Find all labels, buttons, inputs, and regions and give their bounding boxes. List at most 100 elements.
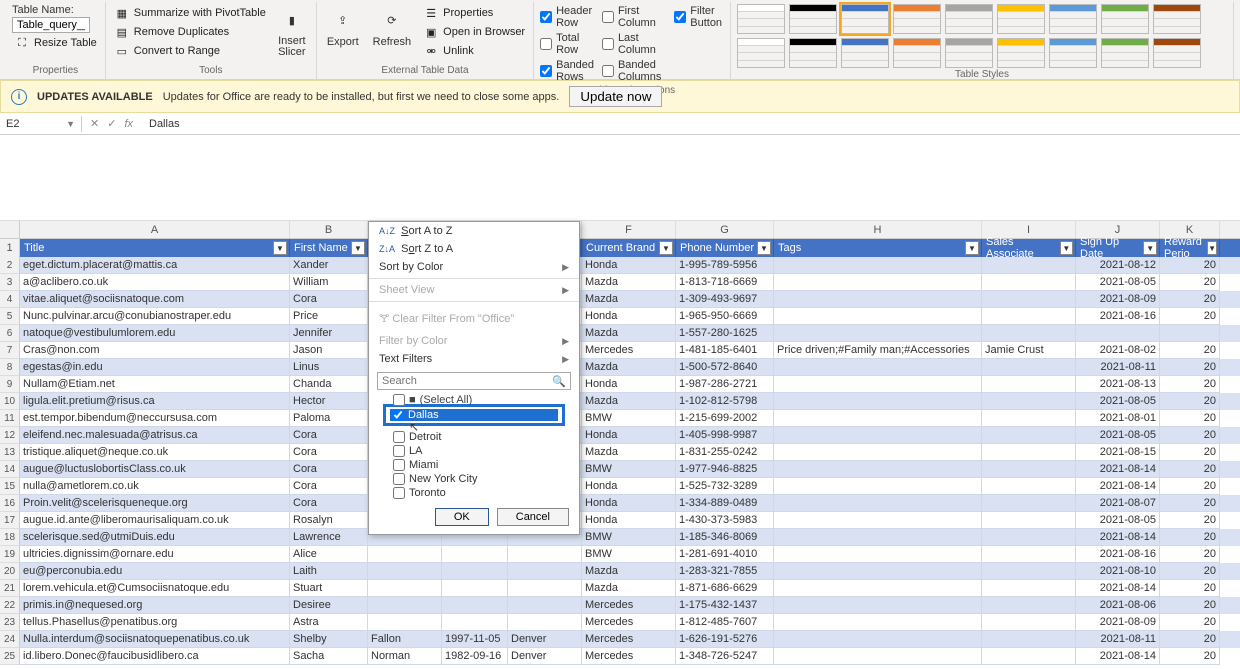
formula-check-icon[interactable]: ✓ [107,117,116,130]
table-styles-gallery[interactable] [737,4,1227,68]
cell[interactable] [982,631,1076,648]
cell[interactable]: 1-987-286-2721 [676,376,774,393]
cell[interactable] [982,529,1076,546]
cell[interactable]: 1-348-726-5247 [676,648,774,665]
cell[interactable]: 1-977-946-8825 [676,461,774,478]
cell[interactable]: 20 [1160,427,1220,444]
filter-option-new-york-city[interactable]: New York City [393,472,571,486]
cell[interactable]: BMW [582,529,676,546]
cell[interactable]: Xander [290,257,368,274]
table-row[interactable]: 19ultricies.dignissim@ornare.eduAliceBMW… [0,546,1240,563]
cell[interactable]: Honda [582,512,676,529]
table-header-sign-up-date[interactable]: Sign Up Date▼ [1076,239,1160,257]
cell[interactable]: 1982-09-16 [442,648,508,665]
cell[interactable]: Mazda [582,291,676,308]
cell[interactable]: 1-334-889-0489 [676,495,774,512]
cell[interactable]: 1-430-373-5983 [676,512,774,529]
cell[interactable] [774,444,982,461]
text-filters-item[interactable]: Text Filters▶ [369,350,579,368]
cell[interactable] [774,512,982,529]
cell[interactable] [774,427,982,444]
cell[interactable]: 1-175-432-1437 [676,597,774,614]
cell[interactable]: 20 [1160,495,1220,512]
table-row[interactable]: 5Nunc.pulvinar.arcu@conubianostraper.edu… [0,308,1240,325]
cell[interactable]: 1-283-321-7855 [676,563,774,580]
cell[interactable] [982,648,1076,665]
cell[interactable] [982,308,1076,325]
cell[interactable] [774,359,982,376]
cell[interactable] [982,461,1076,478]
cell[interactable]: Honda [582,257,676,274]
cell[interactable]: Sacha [290,648,368,665]
cell[interactable]: Nulla.interdum@sociisnatoquepenatibus.co… [20,631,290,648]
row-header[interactable]: 13 [0,444,20,461]
row-header[interactable]: 9 [0,376,20,393]
total-row-check[interactable]: Total Row [540,31,596,57]
cell[interactable] [442,563,508,580]
last-col-check[interactable]: Last Column [602,31,668,57]
cell[interactable] [982,444,1076,461]
cell[interactable]: 1-500-572-8640 [676,359,774,376]
filter-cancel-button[interactable]: Cancel [497,508,569,526]
table-style-swatch[interactable] [1153,4,1201,34]
cell[interactable]: 2021-08-14 [1076,529,1160,546]
cell[interactable]: Mercedes [582,342,676,359]
row-header[interactable]: 7 [0,342,20,359]
cell[interactable] [442,614,508,631]
cell[interactable]: 2021-08-05 [1076,393,1160,410]
column-header-H[interactable]: H [774,221,982,238]
cell[interactable]: a@aclibero.co.uk [20,274,290,291]
filter-option-dallas[interactable]: Dallas [390,409,558,421]
row-header[interactable]: 20 [0,563,20,580]
cell[interactable] [368,614,442,631]
cell[interactable]: Astra [290,614,368,631]
cell[interactable] [774,631,982,648]
cell[interactable] [774,461,982,478]
cell[interactable]: augue@luctuslobortisClass.co.uk [20,461,290,478]
row-header[interactable]: 22 [0,597,20,614]
cell[interactable] [368,597,442,614]
cell[interactable]: 1-995-789-5956 [676,257,774,274]
cell[interactable] [982,512,1076,529]
table-header-tags[interactable]: Tags▼ [774,239,982,257]
cell[interactable] [508,597,582,614]
row-header[interactable]: 2 [0,257,20,274]
cell[interactable]: Cora [290,461,368,478]
cell[interactable]: 1-309-493-9697 [676,291,774,308]
cell[interactable]: 1-812-485-7607 [676,614,774,631]
cell[interactable]: id.libero.Donec@faucibusidlibero.ca [20,648,290,665]
cell[interactable]: Jennifer [290,325,368,342]
banded-rows-check[interactable]: Banded Rows [540,58,596,84]
cell[interactable]: Denver [508,631,582,648]
table-style-swatch[interactable] [737,38,785,68]
cell[interactable]: 1997-11-05 [442,631,508,648]
cell[interactable] [368,580,442,597]
sort-za-item[interactable]: Z↓A Sort Z to A [369,240,579,258]
cell[interactable] [774,325,982,342]
banded-cols-check[interactable]: Banded Columns [602,58,668,84]
cell[interactable] [774,563,982,580]
cell[interactable] [982,376,1076,393]
cell[interactable]: 2021-08-11 [1076,631,1160,648]
filter-dropdown-icon[interactable]: ▼ [351,241,365,255]
cell[interactable]: Nunc.pulvinar.arcu@conubianostraper.edu [20,308,290,325]
cell[interactable] [774,614,982,631]
cell[interactable]: 2021-08-14 [1076,478,1160,495]
table-row[interactable]: 16Proin.velit@scelerisqueneque.orgCoraHo… [0,495,1240,512]
cell[interactable]: Proin.velit@scelerisqueneque.org [20,495,290,512]
cell[interactable]: 1-626-191-5276 [676,631,774,648]
filter-ok-button[interactable]: OK [435,508,489,526]
table-style-swatch[interactable] [945,4,993,34]
table-style-swatch[interactable] [841,38,889,68]
cell[interactable]: scelerisque.sed@utmiDuis.edu [20,529,290,546]
cell[interactable]: 20 [1160,580,1220,597]
pivot-button[interactable]: ▦Summarize with PivotTable [112,4,268,22]
cell[interactable] [774,529,982,546]
cell[interactable]: 20 [1160,291,1220,308]
cell[interactable] [774,274,982,291]
cell[interactable]: 20 [1160,393,1220,410]
cell[interactable]: 1-102-812-5798 [676,393,774,410]
cell[interactable]: 2021-08-09 [1076,291,1160,308]
cell[interactable]: 1-481-185-6401 [676,342,774,359]
cell[interactable]: Nullam@Etiam.net [20,376,290,393]
